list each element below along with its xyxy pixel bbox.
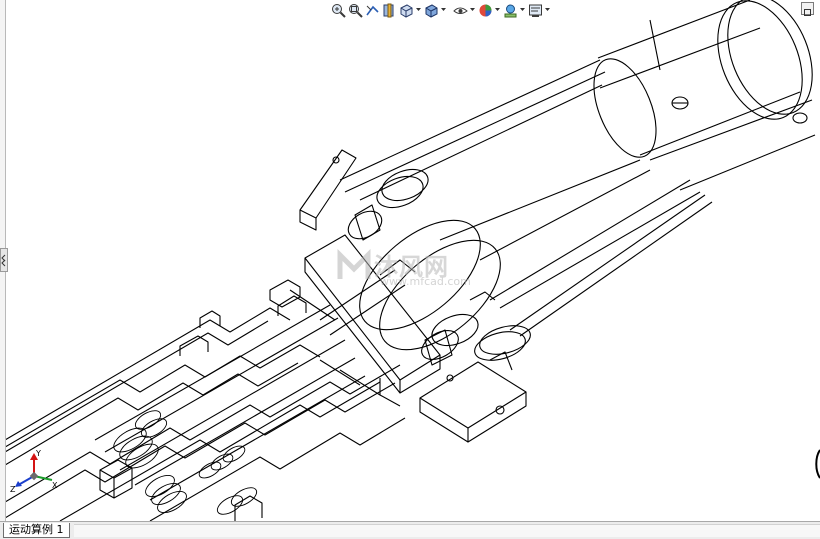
restore-window-button[interactable]: [801, 2, 814, 16]
triad-x-label: X: [52, 481, 58, 490]
tab-motion-study-1[interactable]: 运动算例 1: [3, 523, 70, 538]
view-orientation-icon[interactable]: [398, 2, 414, 18]
zoom-to-fit-icon[interactable]: [330, 2, 346, 18]
previous-view-icon[interactable]: [364, 2, 380, 18]
chevron-down-icon[interactable]: [519, 2, 526, 18]
heads-up-view-toolbar: [330, 1, 551, 19]
reference-triad: Y X Z: [10, 449, 58, 494]
view-settings-icon[interactable]: [527, 2, 543, 18]
graphics-area[interactable]: 沐风网 www.mfcad.com Y X Z: [0, 0, 820, 521]
apply-scene-icon[interactable]: [502, 2, 518, 18]
chevron-down-icon[interactable]: [440, 2, 447, 18]
bottom-tab-bar: 运动算例 1: [0, 521, 820, 539]
panel-collapse-handle[interactable]: [0, 248, 8, 272]
chevron-down-icon[interactable]: [469, 2, 476, 18]
chevron-down-icon[interactable]: [494, 2, 501, 18]
section-view-icon[interactable]: [381, 2, 397, 18]
chevron-down-icon[interactable]: [544, 2, 551, 18]
triad-z-label: Z: [10, 485, 16, 494]
watermark-url: www.mfcad.com: [380, 275, 471, 288]
edit-appearance-icon[interactable]: [477, 2, 493, 18]
triad-y-label: Y: [35, 449, 41, 458]
chevron-down-icon[interactable]: [415, 2, 422, 18]
zoom-area-icon[interactable]: [347, 2, 363, 18]
hide-show-items-icon[interactable]: [452, 2, 468, 18]
watermark: 沐风网 www.mfcad.com: [336, 247, 496, 289]
display-style-icon[interactable]: [423, 2, 439, 18]
horizontal-scrollbar[interactable]: [74, 524, 820, 537]
